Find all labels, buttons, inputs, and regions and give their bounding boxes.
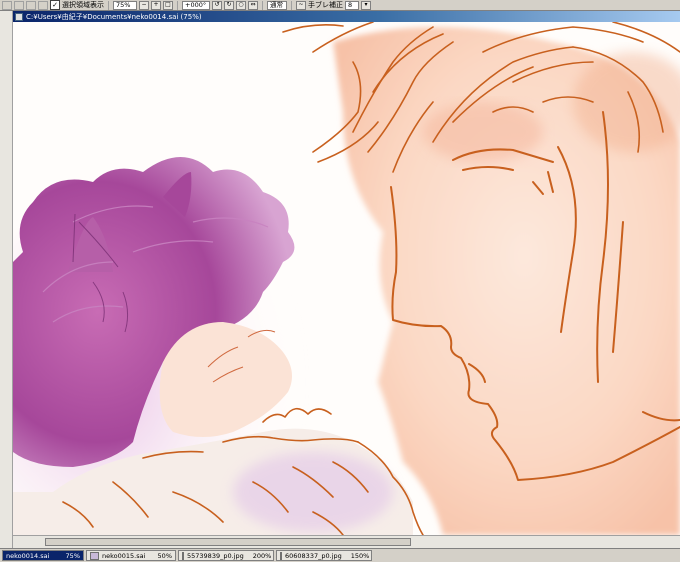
left-panel-edge: [0, 11, 13, 548]
document-tabs: neko0014.sai 75% neko0015.sai 50% 557398…: [0, 548, 680, 562]
toolbar-separator: [291, 0, 292, 10]
tab-zoom: 200%: [252, 551, 272, 560]
toolbar-separator: [262, 0, 263, 10]
checkmark-icon: ✓: [52, 0, 58, 9]
zoom-reset-icon[interactable]: □: [163, 0, 173, 10]
zoom-field[interactable]: 75%: [113, 0, 137, 10]
tab-name: neko0015.sai: [102, 551, 146, 560]
tab-neko0014[interactable]: neko0014.sai 75%: [2, 550, 84, 561]
thumbnail-icon: [90, 551, 99, 560]
stabilizer-label: 手ブレ補正: [308, 1, 343, 9]
tab-zoom: 50%: [157, 551, 172, 560]
tab-zoom: 75%: [65, 551, 80, 560]
fur-shadow: [233, 452, 393, 532]
document-title: C:¥Users¥由紀子¥Documents¥neko0014.sai (75%…: [26, 12, 202, 21]
drawing-canvas[interactable]: [13, 22, 680, 535]
tab-name: 55739839_p0.jpg: [187, 551, 244, 560]
flip-horizontal-icon[interactable]: ⇔: [248, 0, 258, 10]
deselect-icon[interactable]: [26, 0, 36, 10]
tab-60608337-p0[interactable]: 60608337_p0.jpg 150%: [276, 550, 372, 561]
scrollbar-thumb[interactable]: [45, 538, 411, 546]
zoom-in-icon[interactable]: +: [151, 0, 161, 10]
rotate-reset-icon[interactable]: ○: [236, 0, 246, 10]
invert-selection-icon[interactable]: [38, 0, 48, 10]
show-selection-label: 選択領域表示: [62, 1, 104, 9]
toolbar-separator: [108, 0, 109, 10]
thumbnail-icon: [182, 551, 184, 560]
document-title-bar[interactable]: C:¥Users¥由紀子¥Documents¥neko0014.sai (75%…: [13, 11, 680, 22]
show-selection-checkbox[interactable]: ✓: [50, 0, 60, 10]
tab-neko0015[interactable]: neko0015.sai 50%: [86, 550, 176, 561]
redo-icon[interactable]: [14, 0, 24, 10]
stabilizer-select[interactable]: 8: [345, 0, 359, 10]
tab-name: neko0014.sai: [6, 551, 50, 560]
tab-zoom: 150%: [350, 551, 370, 560]
rotate-right-icon[interactable]: ↻: [224, 0, 234, 10]
toolbar-separator: [177, 0, 178, 10]
artwork: [13, 22, 680, 535]
undo-icon[interactable]: [2, 0, 12, 10]
rotate-left-icon[interactable]: ↺: [212, 0, 222, 10]
horizontal-scrollbar[interactable]: [13, 535, 680, 548]
zoom-out-icon[interactable]: −: [139, 0, 149, 10]
tab-55739839-p0[interactable]: 55739839_p0.jpg 200%: [178, 550, 274, 561]
stabilizer-icon: ~: [296, 0, 306, 10]
document-icon: [15, 12, 23, 21]
chevron-down-icon[interactable]: ▾: [361, 0, 371, 10]
rotation-field[interactable]: +000°: [182, 0, 210, 10]
blend-mode-select[interactable]: 通常: [267, 0, 287, 10]
thumbnail-icon: [280, 551, 282, 560]
toolbar: ✓ 選択領域表示 75% − + □ +000° ↺ ↻ ○ ⇔ 通常 ~ 手ブ…: [0, 0, 680, 11]
tab-name: 60608337_p0.jpg: [285, 551, 342, 560]
